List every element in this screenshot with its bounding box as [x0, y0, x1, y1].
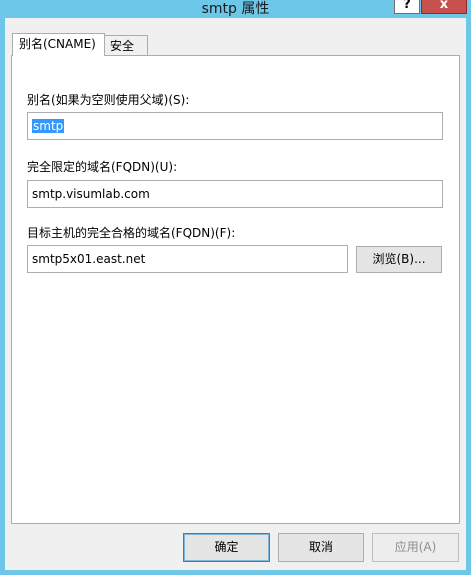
apply-button[interactable]: 应用(A): [372, 533, 459, 562]
cancel-button[interactable]: 取消: [278, 533, 364, 562]
help-button[interactable]: ?: [394, 0, 420, 14]
browse-button[interactable]: 浏览(B)...: [356, 246, 442, 273]
target-host-input[interactable]: smtp5x01.east.net: [27, 245, 348, 273]
alias-input[interactable]: smtp: [27, 112, 443, 140]
target-host-input-value: smtp5x01.east.net: [32, 252, 146, 266]
title-bar: smtp 属性 ? x: [0, 0, 471, 18]
dialog-body: 别名(CNAME) 安全 别名(如果为空则使用父域)(S): smtp 完全限定…: [5, 18, 466, 570]
alias-input-value: smtp: [32, 119, 65, 133]
tab-security[interactable]: 安全: [104, 35, 148, 56]
fqdn-input-value: smtp.visumlab.com: [32, 187, 150, 201]
fqdn-input[interactable]: smtp.visumlab.com: [27, 180, 443, 208]
ok-button[interactable]: 确定: [183, 533, 270, 562]
alias-label: 别名(如果为空则使用父域)(S):: [27, 93, 190, 107]
tab-panel: 别名(如果为空则使用父域)(S): smtp 完全限定的域名(FQDN)(U):…: [11, 55, 460, 524]
close-button[interactable]: x: [421, 0, 467, 14]
fqdn-label: 完全限定的域名(FQDN)(U):: [27, 160, 178, 174]
target-host-label: 目标主机的完全合格的域名(FQDN)(F):: [27, 226, 236, 240]
tab-cname[interactable]: 别名(CNAME): [12, 33, 105, 56]
